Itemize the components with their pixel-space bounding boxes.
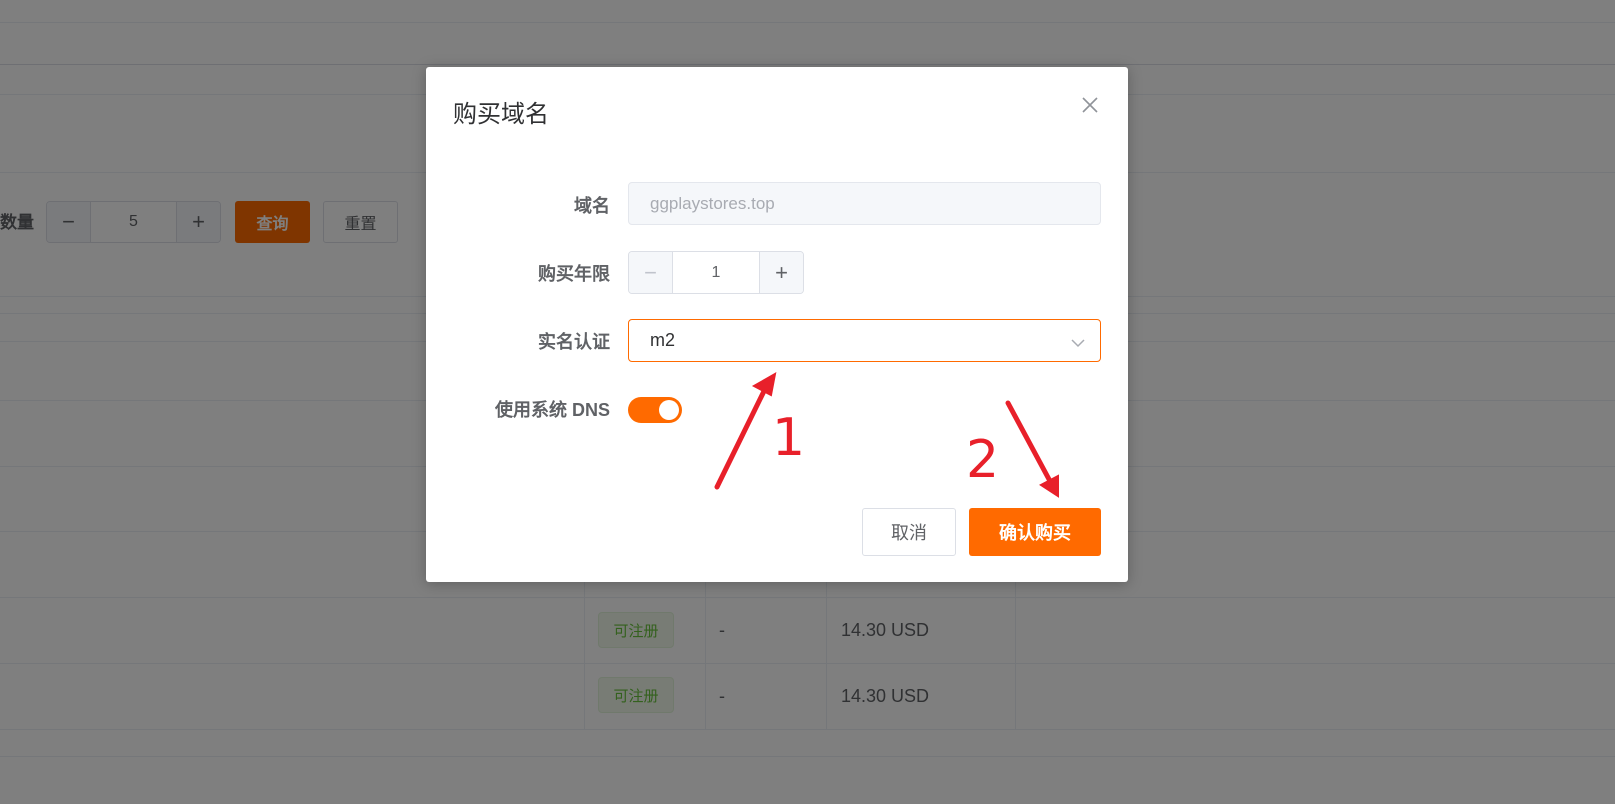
confirm-purchase-button[interactable]: 确认购买 [969, 508, 1101, 556]
buy-domain-dialog: 购买域名 域名 ggplaystores.top 购买年限 − 1 + 实名认证… [426, 67, 1128, 582]
years-stepper[interactable]: − 1 + [628, 251, 804, 294]
cancel-button[interactable]: 取消 [862, 508, 956, 556]
years-minus-button[interactable]: − [629, 252, 673, 293]
dialog-title: 购买域名 [453, 101, 549, 128]
dns-label: 使用系统 DNS [494, 400, 610, 420]
realname-label: 实名认证 [538, 332, 610, 352]
realname-select[interactable]: m2 [628, 319, 1101, 362]
close-icon[interactable] [1080, 95, 1100, 115]
chevron-down-icon [1070, 334, 1086, 348]
years-plus-button[interactable]: + [759, 252, 803, 293]
years-value[interactable]: 1 [673, 252, 759, 293]
years-label: 购买年限 [538, 264, 610, 284]
realname-selected-value: m2 [650, 330, 676, 350]
domain-input: ggplaystores.top [628, 182, 1101, 225]
toggle-knob [659, 400, 679, 420]
dns-toggle[interactable] [628, 397, 682, 423]
domain-label: 域名 [574, 196, 610, 216]
